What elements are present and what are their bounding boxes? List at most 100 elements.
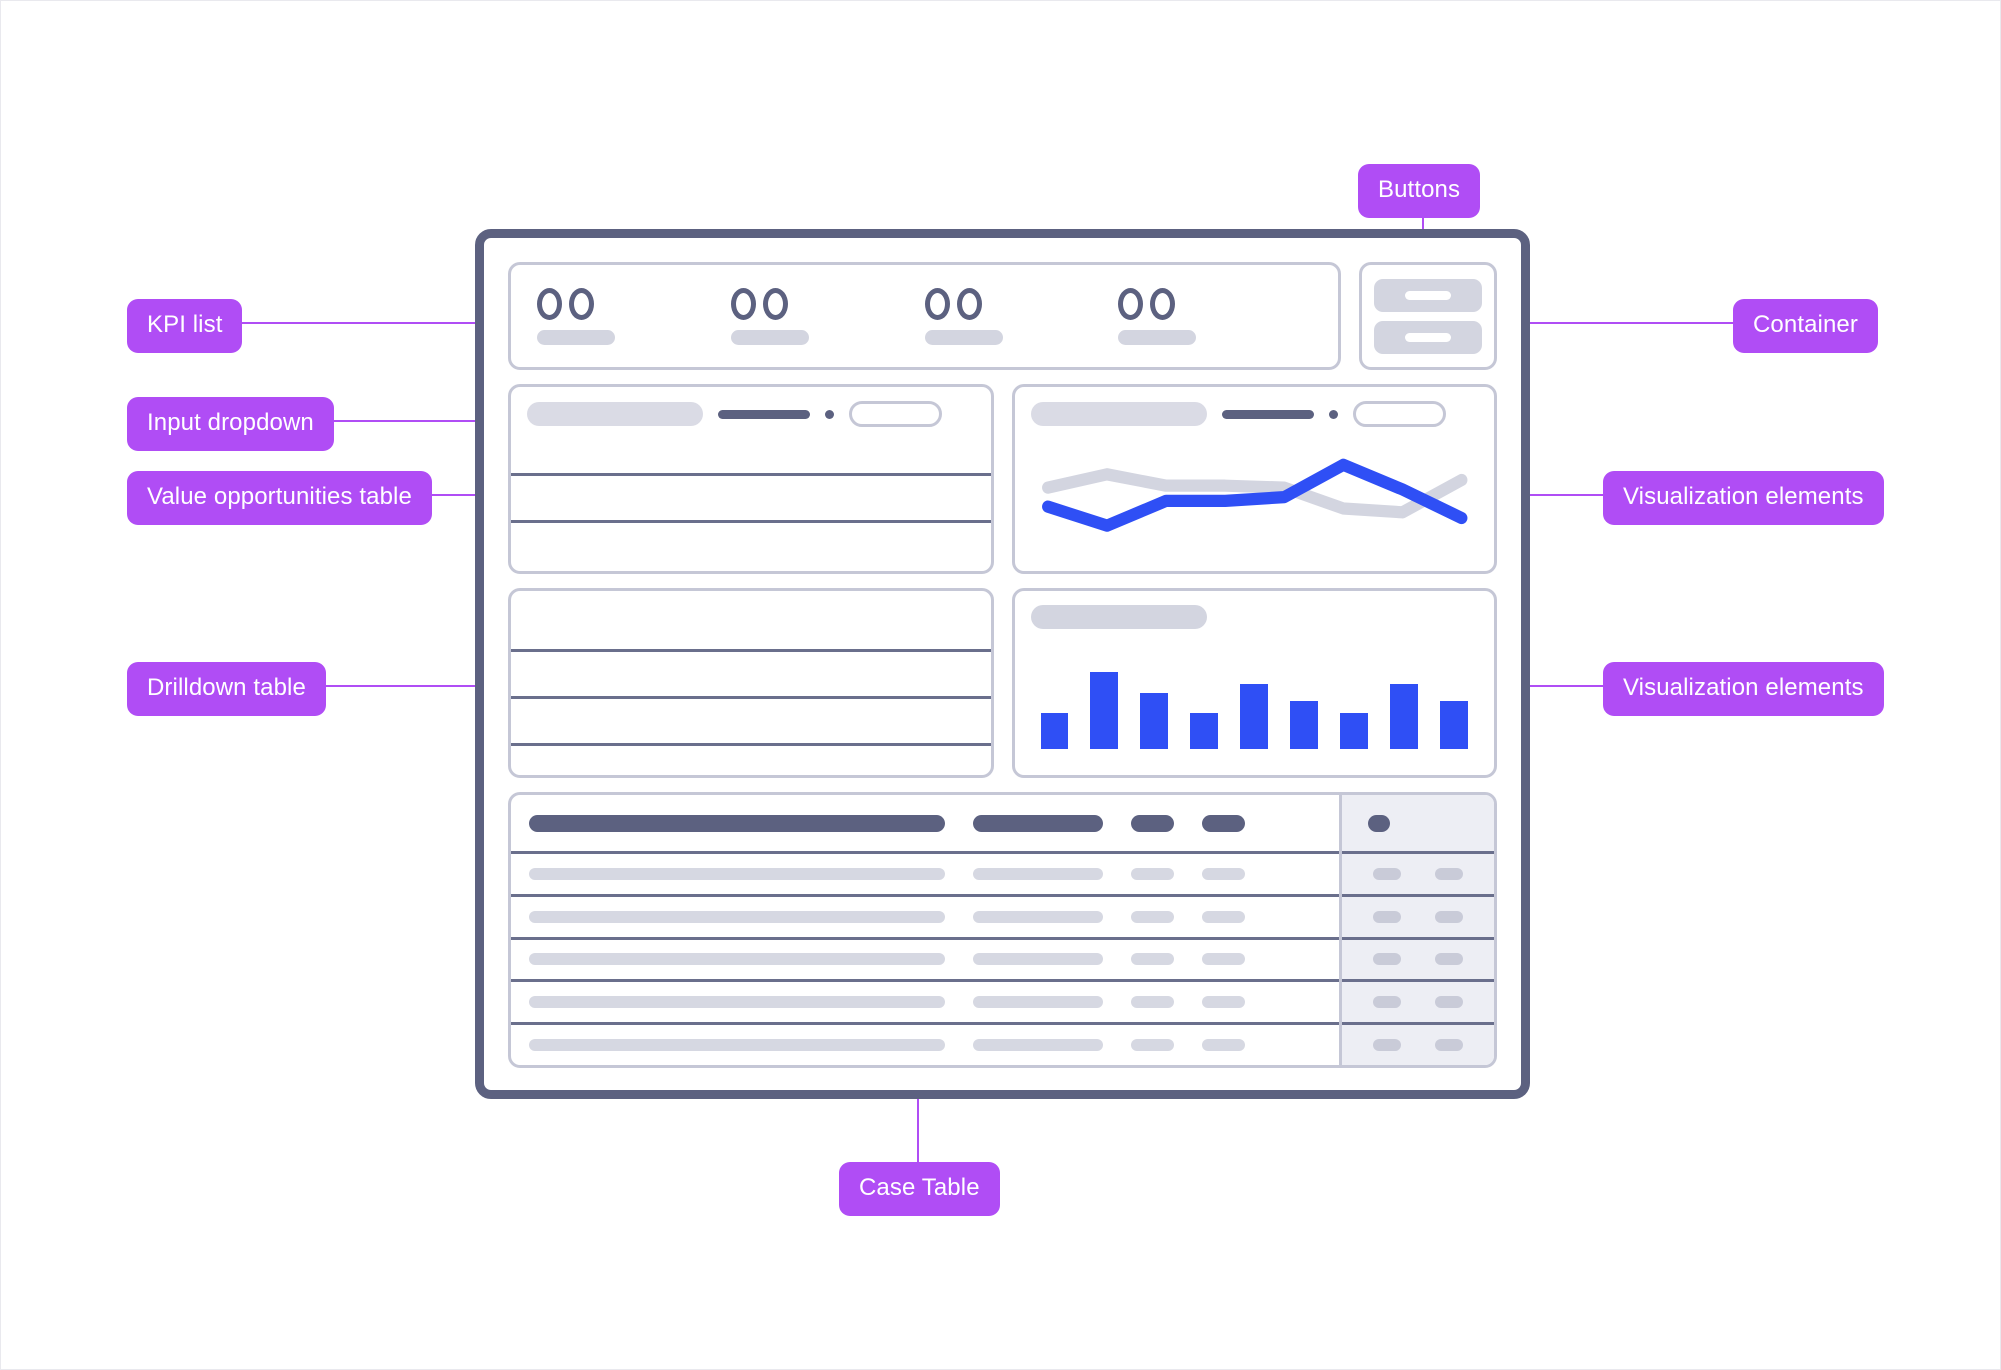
table-row[interactable]: [511, 699, 991, 743]
case-table-row[interactable]: [1342, 854, 1494, 894]
circle-icon: [762, 287, 788, 320]
circle-icon: [956, 287, 982, 320]
annotation-container[interactable]: Container: [1733, 299, 1878, 353]
bar: [1240, 683, 1269, 749]
case-table: [508, 792, 1497, 1068]
table-body: [511, 591, 991, 790]
case-table-cell: [1435, 953, 1463, 966]
input-dropdown[interactable]: [527, 402, 703, 426]
case-table-cell: [1373, 910, 1401, 923]
circle-icon: [1118, 287, 1144, 320]
annotation-value-opportunities-table[interactable]: Value opportunities table: [127, 471, 432, 525]
table-row[interactable]: [511, 746, 991, 790]
case-table-cell: [1435, 996, 1463, 1009]
toolbar-label-placeholder: [718, 409, 810, 419]
case-table-cell: [972, 953, 1131, 966]
case-table-cell: [529, 867, 973, 880]
case-table-header-row: [511, 795, 1339, 851]
secondary-button[interactable]: [1374, 320, 1482, 354]
case-table-cell: [1435, 1039, 1463, 1052]
circle-icon: [537, 287, 562, 320]
case-table-header-cell[interactable]: [1130, 814, 1202, 832]
annotation-input-dropdown[interactable]: Input dropdown: [127, 397, 334, 451]
drilldown-table: [508, 588, 994, 778]
case-table-row[interactable]: [511, 940, 1339, 980]
case-table-row[interactable]: [511, 1025, 1339, 1065]
buttons-container: [1359, 262, 1497, 370]
middle-row-upper: [508, 384, 1497, 574]
case-table-cell: [972, 996, 1131, 1009]
case-table-cell: [1130, 867, 1202, 880]
case-table-cell: [529, 1039, 973, 1052]
case-table-row[interactable]: [1342, 1025, 1494, 1065]
case-table-cell: [529, 996, 973, 1009]
case-table-cell: [1202, 867, 1273, 880]
annotation-drilldown-table[interactable]: Drilldown table: [127, 662, 326, 716]
bar-chart-panel: [1011, 588, 1497, 778]
case-table-cell: [1373, 1039, 1401, 1052]
kpi-label-placeholder: [924, 329, 1003, 345]
circle-icon: [924, 287, 950, 320]
case-table-main-columns: [511, 795, 1339, 1065]
case-table-cell: [529, 953, 973, 966]
app-container-frame: [475, 229, 1530, 1099]
table-row[interactable]: [511, 652, 991, 696]
case-table-cell: [1130, 910, 1202, 923]
top-row: [508, 262, 1497, 370]
primary-button[interactable]: [1374, 278, 1482, 312]
annotation-kpi-list[interactable]: KPI list: [127, 299, 243, 353]
case-table-cell: [972, 910, 1131, 923]
case-table-cell: [1373, 953, 1401, 966]
button-label-placeholder: [1405, 332, 1451, 342]
case-table-highlight-column: [1339, 795, 1494, 1065]
kpi-item[interactable]: [537, 287, 731, 345]
kpi-value-placeholder: [730, 287, 788, 320]
table-toolbar: [511, 387, 991, 427]
annotation-buttons[interactable]: Buttons: [1358, 164, 1481, 218]
kpi-value-placeholder: [1118, 287, 1176, 320]
case-table-cell: [1202, 1039, 1273, 1052]
case-table-cell: [1435, 910, 1463, 923]
chart-title-placeholder: [1030, 402, 1207, 426]
case-table-header-cell[interactable]: [1368, 814, 1390, 832]
line-chart-panel: [1011, 384, 1497, 574]
annotation-case-table[interactable]: Case Table: [839, 1162, 1000, 1216]
circle-icon: [730, 287, 756, 320]
case-table-row[interactable]: [511, 982, 1339, 1022]
case-table-cell: [1202, 996, 1273, 1009]
bar: [1090, 672, 1119, 749]
toolbar-pill-button[interactable]: [849, 401, 942, 427]
table-row[interactable]: [511, 523, 991, 567]
diagram-canvas: KPI list Input dropdown Value opportunit…: [0, 0, 2001, 1370]
case-table-header-cell[interactable]: [529, 814, 973, 832]
circle-icon: [1150, 287, 1176, 320]
case-table-header-cell[interactable]: [1202, 814, 1273, 832]
line-chart[interactable]: [1015, 427, 1495, 571]
kpi-item[interactable]: [1118, 287, 1312, 345]
chart-title-placeholder: [1030, 605, 1207, 629]
case-table-row[interactable]: [511, 897, 1339, 937]
case-table-row[interactable]: [1342, 982, 1494, 1022]
case-table-cell: [1130, 1039, 1202, 1052]
value-opportunities-table: [508, 384, 994, 574]
table-row[interactable]: [511, 476, 991, 520]
circle-icon: [569, 287, 594, 320]
kpi-item[interactable]: [730, 287, 925, 345]
annotation-visualization-elements-top[interactable]: Visualization elements: [1603, 471, 1884, 525]
bar-chart[interactable]: [1015, 629, 1495, 775]
annotation-visualization-elements-bottom[interactable]: Visualization elements: [1603, 662, 1884, 716]
case-table-header-cell[interactable]: [972, 814, 1131, 832]
bar: [1440, 701, 1468, 749]
case-table-row[interactable]: [1342, 897, 1494, 937]
kpi-item[interactable]: [924, 287, 1119, 345]
toolbar-dot-icon: [1328, 409, 1338, 419]
table-header-row: [511, 603, 991, 649]
case-table-cell: [1130, 953, 1202, 966]
case-table-cell: [1130, 996, 1202, 1009]
toolbar-pill-button[interactable]: [1352, 401, 1446, 427]
case-table-row[interactable]: [1342, 940, 1494, 980]
case-table-row[interactable]: [511, 854, 1339, 894]
bar: [1140, 693, 1169, 749]
case-table-cell: [1202, 910, 1273, 923]
toolbar-label-placeholder: [1221, 409, 1314, 419]
